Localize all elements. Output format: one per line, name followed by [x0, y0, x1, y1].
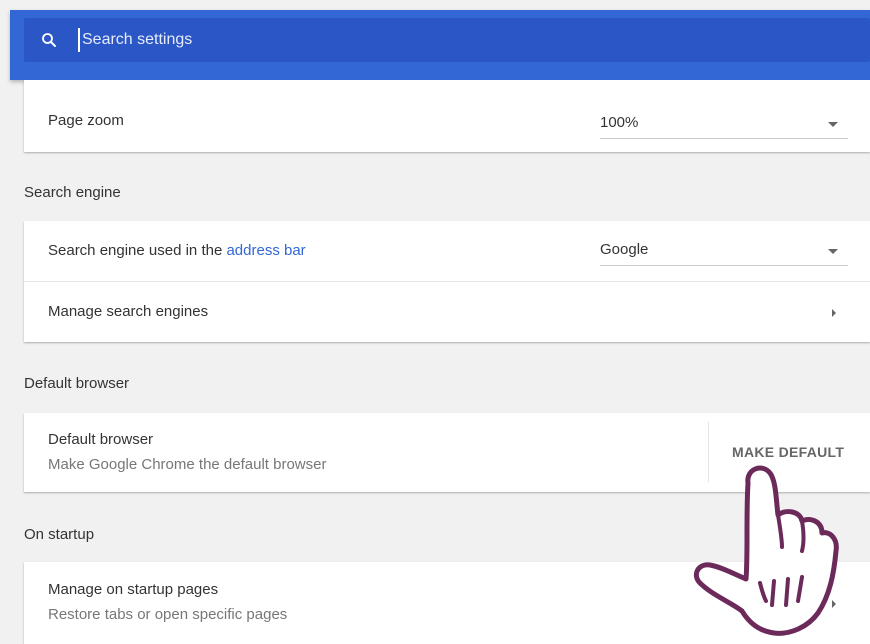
search-engine-used-label: Search engine used in the address bar [48, 242, 306, 259]
section-title-on-startup: On startup [24, 526, 95, 543]
appearance-card: Page zoom 100% [24, 80, 870, 152]
default-browser-row: Default browser Make Google Chrome the d… [24, 413, 870, 492]
top-strip [0, 0, 870, 10]
dropdown-arrow-icon [828, 249, 838, 254]
vertical-separator [708, 422, 709, 482]
search-engine-select[interactable]: Google [600, 235, 848, 266]
manage-startup-pages-label: Manage on startup pages [48, 581, 219, 598]
address-bar-link[interactable]: address bar [226, 242, 305, 259]
on-startup-card: Manage on startup pages Restore tabs or … [24, 562, 870, 644]
page-zoom-row: Page zoom 100% [24, 80, 870, 152]
search-icon[interactable] [40, 31, 58, 49]
search-box[interactable] [24, 18, 870, 62]
manage-search-engines-row[interactable]: Manage search engines [24, 282, 870, 342]
manage-startup-pages-subtitle: Restore tabs or open specific pages [48, 606, 288, 623]
settings-header [10, 10, 870, 80]
search-input[interactable] [78, 28, 682, 52]
chevron-right-icon [832, 309, 836, 317]
manage-startup-pages-row[interactable]: Manage on startup pages Restore tabs or … [24, 562, 870, 644]
search-engine-card: Search engine used in the address bar Go… [24, 221, 870, 342]
page-zoom-value: 100% [600, 114, 639, 131]
page-zoom-label: Page zoom [48, 112, 124, 129]
search-engine-used-row: Search engine used in the address bar Go… [24, 221, 870, 281]
page-zoom-select[interactable]: 100% [600, 108, 848, 139]
search-engine-value: Google [600, 241, 649, 258]
manage-search-engines-label: Manage search engines [48, 303, 209, 320]
section-title-default-browser: Default browser [24, 375, 130, 392]
section-title-search-engine: Search engine [24, 184, 121, 201]
default-browser-subtitle: Make Google Chrome the default browser [48, 456, 327, 473]
search-engine-used-prefix: Search engine used in the [48, 242, 227, 259]
make-default-button[interactable]: MAKE DEFAULT [732, 444, 844, 460]
dropdown-arrow-icon [828, 122, 838, 127]
default-browser-title: Default browser [48, 431, 154, 448]
default-browser-card: Default browser Make Google Chrome the d… [24, 413, 870, 492]
chevron-right-icon [832, 600, 836, 608]
